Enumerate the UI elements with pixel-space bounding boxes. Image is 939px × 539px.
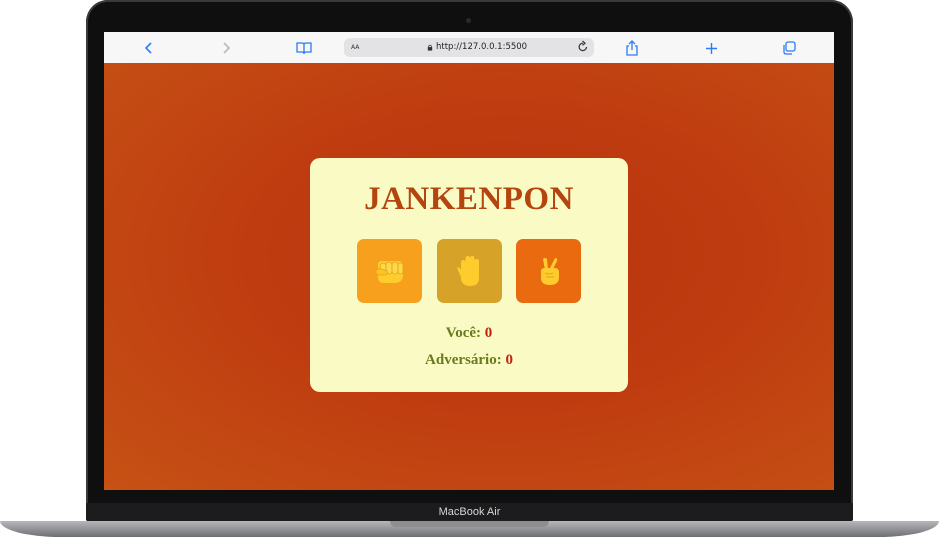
share-icon[interactable] <box>622 38 642 58</box>
player-score-label: Você: <box>445 325 482 341</box>
url-display: http://127.0.0.1:5500 <box>427 42 527 52</box>
laptop-notch <box>390 521 549 527</box>
reload-icon[interactable] <box>577 40 589 53</box>
bookmarks-icon[interactable] <box>294 38 314 58</box>
webcam <box>466 18 471 23</box>
device-label: MacBook Air <box>438 506 501 518</box>
scissors-button[interactable] <box>516 239 581 303</box>
opponent-score-value: 0 <box>505 352 513 368</box>
address-bar[interactable]: AA http://127.0.0.1:5500 <box>344 38 594 57</box>
opponent-score-label: Adversário: <box>425 352 502 368</box>
screen: AA http://127.0.0.1:5500 JANKENPON Você:… <box>104 32 834 490</box>
opponent-score: Adversário: 0 <box>310 352 628 369</box>
game-page: JANKENPON Você: 0 Adversário: 0 <box>104 63 834 490</box>
new-tab-icon[interactable] <box>701 38 721 58</box>
laptop-base: MacBook Air <box>0 503 939 539</box>
text-size-icon[interactable]: AA <box>351 42 359 52</box>
player-score: Você: 0 <box>310 325 628 342</box>
hand-icon <box>456 256 479 286</box>
tabs-icon[interactable] <box>779 38 799 58</box>
game-card: JANKENPON Você: 0 Adversário: 0 <box>310 158 628 392</box>
game-title: JANKENPON <box>364 181 574 217</box>
lock-icon <box>427 44 433 51</box>
url-text: http://127.0.0.1:5500 <box>436 42 528 52</box>
player-score-value: 0 <box>484 325 493 341</box>
victory-hand-icon <box>540 258 559 285</box>
forward-icon[interactable] <box>216 38 236 58</box>
fist-icon <box>375 261 403 283</box>
paper-button[interactable] <box>437 239 502 303</box>
browser-toolbar: AA http://127.0.0.1:5500 <box>104 32 834 64</box>
back-icon[interactable] <box>139 38 159 58</box>
rock-button[interactable] <box>357 239 422 303</box>
